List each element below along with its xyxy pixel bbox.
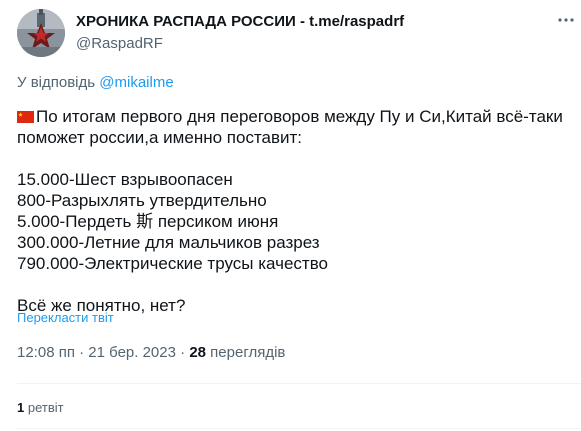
retweets-label: ретвіт — [24, 400, 64, 415]
list-item: 5.000-Пердеть 斯 персиком июня — [17, 212, 279, 231]
author-name[interactable]: ХРОНИКА РАСПАДА РОССИИ - t.me/raspadrf — [76, 12, 404, 32]
avatar-image — [17, 9, 65, 57]
reply-prefix: У відповідь — [17, 74, 100, 91]
tweet-date[interactable]: 21 бер. 2023 — [88, 344, 176, 361]
views-label: переглядів — [206, 344, 286, 361]
views-count: 28 — [189, 344, 206, 361]
reply-context: У відповідь @mikailme — [17, 74, 174, 91]
meta-separator: · — [175, 344, 190, 361]
tweet-text: По итогам первого дня переговоров между … — [17, 106, 577, 316]
list-item: 15.000-Шест взрывоопасен — [17, 170, 233, 189]
tweet-line: По итогам первого дня переговоров между … — [17, 106, 577, 127]
list-item: 800-Разрыхлять утвердительно — [17, 191, 267, 210]
tweet: ХРОНИКА РАСПАДА РОССИИ - t.me/raspadrf @… — [0, 0, 581, 431]
avatar[interactable] — [17, 9, 65, 57]
china-flag-icon — [17, 111, 34, 123]
list-item: 790.000-Электрические трусы качество — [17, 254, 329, 273]
tweet-meta: 12:08 пп · 21 бер. 2023 · 28 переглядів — [17, 344, 285, 361]
author-handle[interactable]: @RaspadRF — [76, 34, 404, 54]
more-options-icon[interactable] — [556, 10, 576, 30]
translate-tweet-link[interactable]: Перекласти твіт — [17, 310, 114, 325]
divider — [17, 428, 581, 429]
author-info[interactable]: ХРОНИКА РАСПАДА РОССИИ - t.me/raspadrf @… — [76, 12, 404, 54]
list-item: 300.000-Летние для мальчиков разрез — [17, 233, 320, 252]
tweet-time[interactable]: 12:08 пп — [17, 344, 75, 361]
meta-separator: · — [74, 344, 89, 361]
tweet-line-1: По итогам первого дня переговоров между … — [36, 107, 563, 126]
reply-mention-link[interactable]: @mikailme — [99, 74, 173, 91]
tweet-line-2: поможет россии,а именно поставит: — [17, 128, 303, 147]
retweet-stats[interactable]: 1 ретвіт — [17, 400, 64, 415]
divider — [17, 383, 581, 384]
